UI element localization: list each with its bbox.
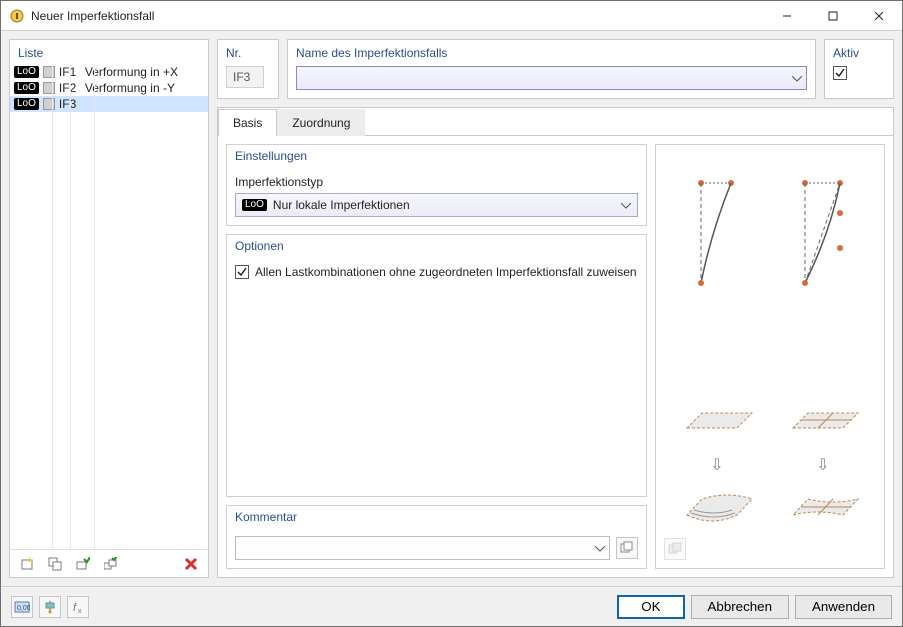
units-button[interactable]: 0,00	[11, 596, 33, 618]
assign-all-checkbox[interactable]	[235, 265, 249, 279]
type-badge: LoO	[14, 82, 39, 94]
plate-flat-icon	[677, 403, 757, 443]
maximize-button[interactable]	[810, 1, 856, 30]
tabstrip: Basis Zuordnung	[218, 108, 893, 136]
arrow-down-icon: ⇩	[816, 455, 829, 475]
number-field: IF3	[226, 66, 264, 88]
apply-button[interactable]: Anwenden	[795, 595, 892, 619]
case-name: Verformung in -Y	[85, 81, 175, 95]
window-controls	[764, 1, 902, 30]
tab-left-column: Einstellungen Imperfektionstyp LoO Nur l…	[226, 144, 647, 569]
comment-fieldset: Kommentar	[226, 505, 647, 569]
tab-basis[interactable]: Basis	[218, 109, 277, 136]
tabs-panel: Basis Zuordnung Einstellungen Imperfekti…	[217, 107, 894, 578]
preview-settings-button[interactable]	[664, 538, 686, 560]
type-combo[interactable]: LoO Nur lokale Imperfektionen	[235, 193, 638, 217]
header-row: Nr. IF3 Name des Imperfektionsfalls Akti…	[217, 39, 894, 99]
list-item[interactable]: LoO IF2 Verformung in -Y	[10, 80, 208, 96]
plate-buckled-cross-icon	[783, 487, 863, 532]
svg-text:x: x	[78, 608, 82, 614]
svg-text:0,00: 0,00	[17, 605, 30, 612]
model-button[interactable]	[39, 596, 61, 618]
type-badge: LoO	[242, 199, 267, 211]
type-label: Imperfektionstyp	[235, 175, 638, 189]
assign-all-label: Allen Lastkombinationen ohne zugeordnete…	[255, 265, 637, 279]
app-icon	[9, 8, 25, 24]
assign-all-option[interactable]: Allen Lastkombinationen ohne zugeordnete…	[235, 265, 638, 279]
active-checkbox[interactable]	[833, 66, 847, 80]
name-group: Name des Imperfektionsfalls	[287, 39, 816, 99]
name-label: Name des Imperfektionsfalls	[296, 46, 807, 60]
color-swatch	[43, 98, 55, 110]
list-toolbar	[10, 549, 208, 577]
comment-combo[interactable]	[235, 536, 610, 560]
number-group: Nr. IF3	[217, 39, 279, 99]
column-imperfection-icon	[790, 173, 854, 293]
minimize-button[interactable]	[764, 1, 810, 30]
delete-case-button[interactable]	[180, 553, 202, 575]
preview-panel: ⇩ ⇩	[655, 144, 885, 569]
tab-body: Einstellungen Imperfektionstyp LoO Nur l…	[218, 136, 893, 577]
number-label: Nr.	[226, 46, 270, 60]
dialog-window: Neuer Imperfektionsfall Liste LoO IF1	[0, 0, 903, 627]
comment-library-button[interactable]	[616, 537, 638, 559]
function-button[interactable]: fx	[67, 596, 89, 618]
preview-columns	[664, 153, 876, 397]
case-list[interactable]: LoO IF1 Verformung in +X LoO IF2 Verform…	[10, 64, 208, 549]
plate-buckled-icon	[677, 487, 757, 532]
svg-text:f: f	[73, 602, 77, 614]
name-combo[interactable]	[296, 66, 807, 90]
chevron-down-icon	[621, 198, 631, 212]
check-all-button[interactable]	[100, 553, 122, 575]
case-name: Verformung in +X	[85, 65, 178, 79]
bottom-bar: 0,00 fx OK Abbrechen Anwenden	[1, 586, 902, 626]
column-imperfection-icon	[686, 173, 746, 293]
list-header: Liste	[10, 40, 208, 64]
new-case-button[interactable]	[16, 553, 38, 575]
chevron-down-icon	[792, 71, 802, 85]
color-swatch	[43, 82, 55, 94]
active-label: Aktiv	[833, 46, 885, 60]
settings-header: Einstellungen	[227, 145, 646, 167]
type-value: Nur lokale Imperfektionen	[273, 198, 410, 212]
color-swatch	[43, 66, 55, 78]
left-column: Liste LoO IF1 Verformung in +X LoO IF2	[9, 39, 209, 578]
titlebar: Neuer Imperfektionsfall	[1, 1, 902, 31]
chevron-down-icon	[595, 541, 605, 555]
settings-fieldset: Einstellungen Imperfektionstyp LoO Nur l…	[226, 144, 647, 226]
cancel-button[interactable]: Abbrechen	[691, 595, 789, 619]
copy-case-button[interactable]	[44, 553, 66, 575]
type-badge: LoO	[14, 66, 39, 78]
arrow-down-icon: ⇩	[710, 455, 723, 475]
list-panel: Liste LoO IF1 Verformung in +X LoO IF2	[9, 39, 209, 578]
preview-column: ⇩ ⇩	[655, 144, 885, 569]
tab-zuordnung[interactable]: Zuordnung	[277, 109, 365, 136]
window-title: Neuer Imperfektionsfall	[31, 9, 764, 23]
preview-plates: ⇩ ⇩	[664, 403, 876, 532]
list-item[interactable]: LoO IF3	[10, 96, 208, 112]
list-item[interactable]: LoO IF1 Verformung in +X	[10, 64, 208, 80]
close-button[interactable]	[856, 1, 902, 30]
active-group: Aktiv	[824, 39, 894, 99]
options-header: Optionen	[227, 235, 646, 257]
type-badge: LoO	[14, 98, 39, 110]
ok-button[interactable]: OK	[617, 595, 684, 619]
content-area: Liste LoO IF1 Verformung in +X LoO IF2	[1, 31, 902, 586]
comment-header: Kommentar	[227, 506, 646, 528]
check-one-button[interactable]	[72, 553, 94, 575]
right-column: Nr. IF3 Name des Imperfektionsfalls Akti…	[217, 39, 894, 578]
plate-cross-icon	[783, 403, 863, 443]
options-fieldset: Optionen Allen Lastkombinationen ohne zu…	[226, 234, 647, 497]
